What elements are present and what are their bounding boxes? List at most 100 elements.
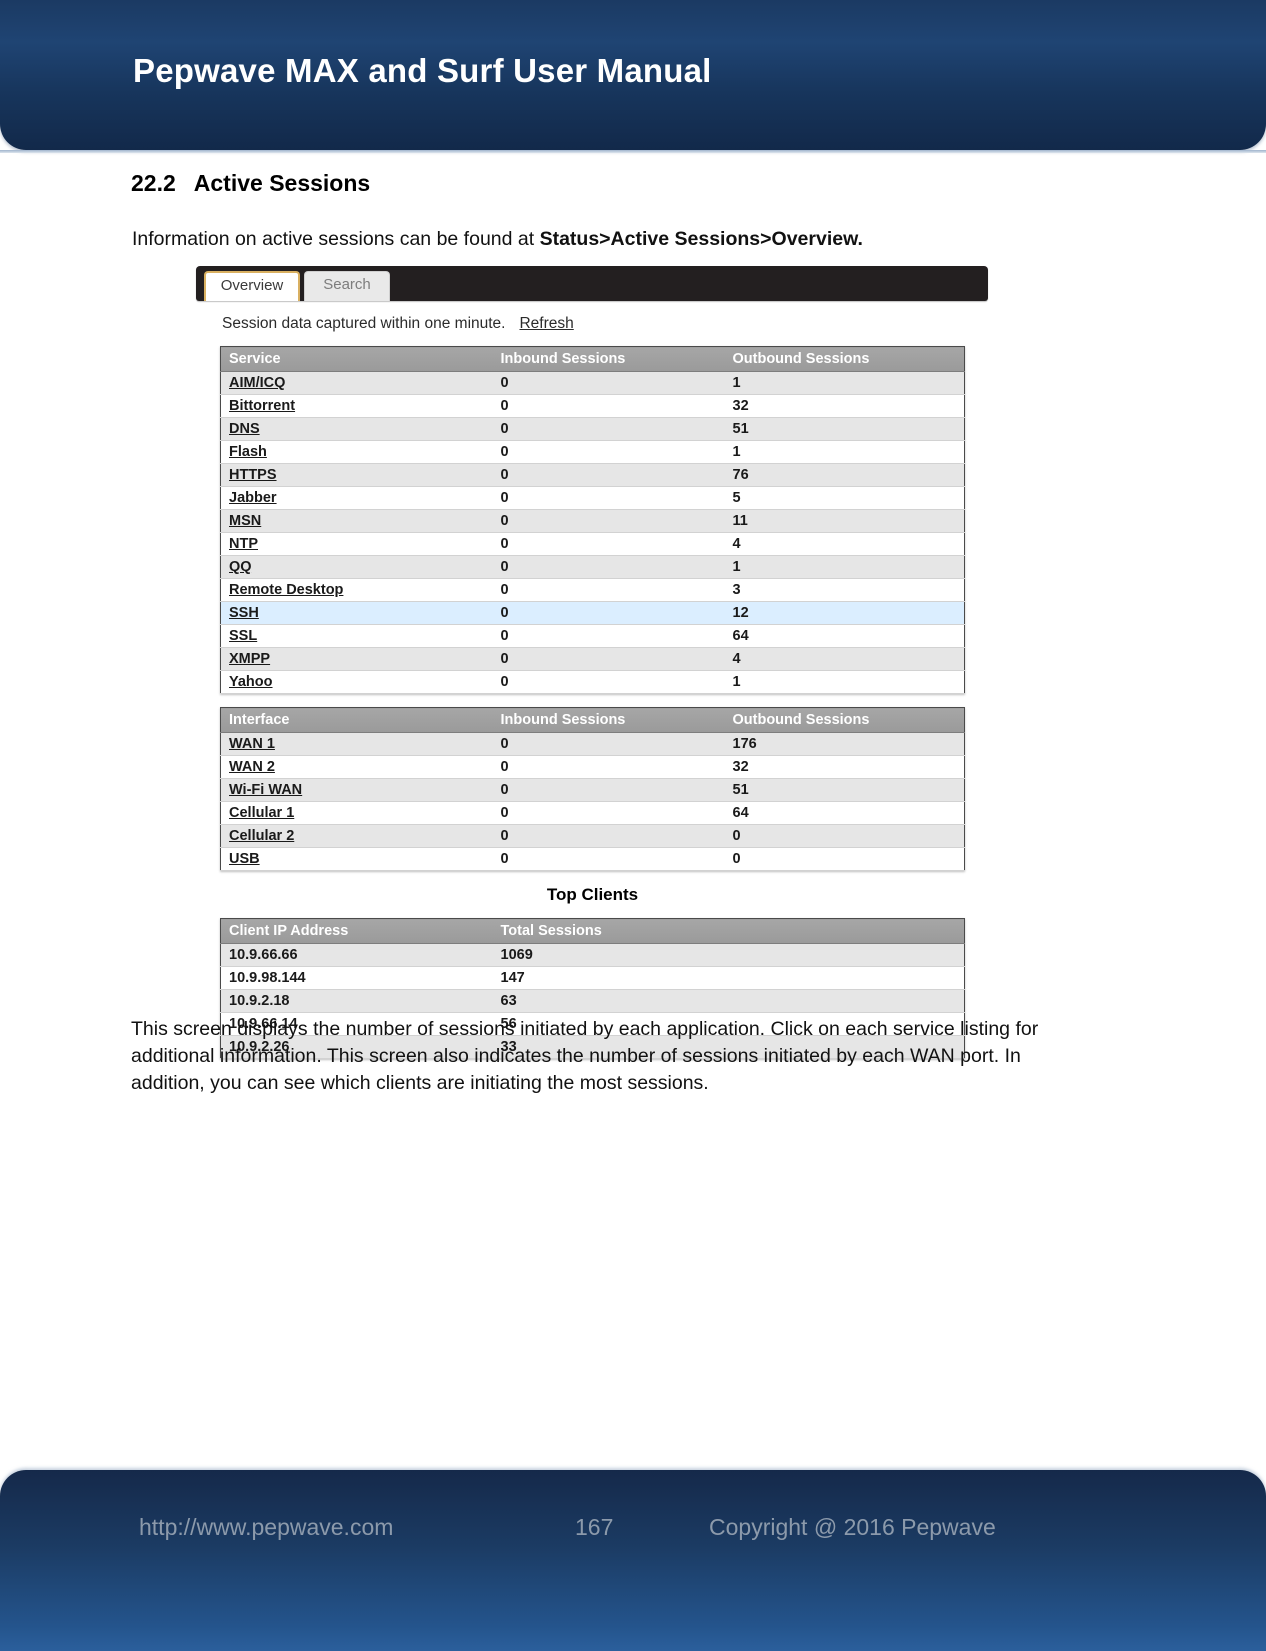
interface-name-cell[interactable]: Cellular 2 — [220, 824, 493, 848]
table-row[interactable]: QQ 0 1 — [220, 555, 965, 579]
service-name-cell[interactable]: QQ — [220, 555, 493, 579]
inbound-sessions-cell: 0 — [492, 371, 725, 395]
table-row[interactable]: USB 0 0 — [220, 847, 965, 871]
interface-name-cell-link[interactable]: WAN 2 — [229, 759, 275, 775]
service-name-cell-link[interactable]: DNS — [229, 421, 260, 437]
table-header-row: Service Inbound Sessions Outbound Sessio… — [220, 346, 965, 372]
service-name-cell-link[interactable]: HTTPS — [229, 467, 277, 483]
service-name-cell[interactable]: AIM/ICQ — [220, 371, 493, 395]
footer-website-url[interactable]: http://www.pepwave.com — [139, 1514, 393, 1541]
service-name-cell-link[interactable]: Flash — [229, 444, 267, 460]
table-row[interactable]: SSH 0 12 — [220, 601, 965, 625]
table-row[interactable]: HTTPS 0 76 — [220, 463, 965, 487]
service-name-cell-link[interactable]: SSL — [229, 628, 257, 644]
table-row[interactable]: Flash 0 1 — [220, 440, 965, 464]
interface-name-cell[interactable]: USB — [220, 847, 493, 871]
interface-name-cell-link[interactable]: Cellular 1 — [229, 805, 294, 821]
table-row[interactable]: WAN 2 0 32 — [220, 755, 965, 779]
service-name-cell-link[interactable]: Remote Desktop — [229, 582, 343, 598]
section-number: 22.2 — [131, 170, 176, 196]
service-name-cell-link[interactable]: Yahoo — [229, 674, 273, 690]
table-row[interactable]: NTP 0 4 — [220, 532, 965, 556]
table-row[interactable]: 10.9.66.66 1069 — [220, 943, 965, 967]
service-name-cell[interactable]: SSL — [220, 624, 493, 648]
interface-name-cell[interactable]: WAN 2 — [220, 755, 493, 779]
page-title: Pepwave MAX and Surf User Manual — [133, 52, 712, 89]
outbound-sessions-cell: 64 — [724, 624, 965, 648]
table-row[interactable]: 10.9.98.144 147 — [220, 966, 965, 990]
table-row[interactable]: MSN 0 11 — [220, 509, 965, 533]
column-header-service: Service — [220, 346, 493, 372]
column-header-total-sessions: Total Sessions — [492, 918, 965, 944]
table-row[interactable]: SSL 0 64 — [220, 624, 965, 648]
service-name-cell[interactable]: HTTPS — [220, 463, 493, 487]
service-name-cell[interactable]: Bittorrent — [220, 394, 493, 418]
service-name-cell[interactable]: NTP — [220, 532, 493, 556]
table-row[interactable]: Jabber 0 5 — [220, 486, 965, 510]
service-name-cell-link[interactable]: Bittorrent — [229, 398, 295, 414]
table-row[interactable]: Wi-Fi WAN 0 51 — [220, 778, 965, 802]
interface-name-cell-link[interactable]: Cellular 2 — [229, 828, 294, 844]
table-row[interactable]: Remote Desktop 0 3 — [220, 578, 965, 602]
interface-name-cell[interactable]: WAN 1 — [220, 732, 493, 756]
service-name-cell[interactable]: MSN — [220, 509, 493, 533]
table-row[interactable]: DNS 0 51 — [220, 417, 965, 441]
table-row[interactable]: 10.9.2.18 63 — [220, 989, 965, 1013]
service-name-cell[interactable]: SSH — [220, 601, 493, 625]
header-divider — [0, 150, 1266, 153]
outbound-sessions-cell: 0 — [724, 824, 965, 848]
service-name-cell-link[interactable]: NTP — [229, 536, 258, 552]
interface-name-cell[interactable]: Wi-Fi WAN — [220, 778, 493, 802]
table-row[interactable]: XMPP 0 4 — [220, 647, 965, 671]
intro-paragraph: Information on active sessions can be fo… — [132, 226, 1072, 252]
interface-name-cell-link[interactable]: USB — [229, 851, 260, 867]
outbound-sessions-cell: 3 — [724, 578, 965, 602]
table-row[interactable]: Yahoo 0 1 — [220, 670, 965, 694]
inbound-sessions-cell: 0 — [492, 601, 725, 625]
service-name-cell[interactable]: Flash — [220, 440, 493, 464]
tab-search[interactable]: Search — [304, 271, 390, 301]
outbound-sessions-cell: 1 — [724, 555, 965, 579]
outbound-sessions-cell: 32 — [724, 394, 965, 418]
service-name-cell-link[interactable]: QQ — [229, 559, 252, 575]
inbound-sessions-cell: 0 — [492, 647, 725, 671]
service-sessions-table: Service Inbound Sessions Outbound Sessio… — [220, 346, 965, 694]
interface-name-cell-link[interactable]: WAN 1 — [229, 736, 275, 752]
session-capture-caption: Session data captured within one minute.… — [222, 315, 991, 333]
footer-page-number: 167 — [575, 1514, 614, 1540]
inbound-sessions-cell: 0 — [492, 486, 725, 510]
service-name-cell-link[interactable]: AIM/ICQ — [229, 375, 285, 391]
service-name-cell-link[interactable]: XMPP — [229, 651, 270, 667]
interface-name-cell-link[interactable]: Wi-Fi WAN — [229, 782, 302, 798]
client-ip-cell: 10.9.66.66 — [220, 943, 493, 967]
table-row[interactable]: WAN 1 0 176 — [220, 732, 965, 756]
service-table-body: AIM/ICQ 0 1 Bittorrent 0 32 DNS 0 51 Flash 0 1 HTTPS… — [220, 371, 965, 694]
interface-name-cell[interactable]: Cellular 1 — [220, 801, 493, 825]
caption-text: Session data captured within one minute. — [222, 315, 506, 332]
column-header-inbound-sessions: Inbound Sessions — [492, 346, 725, 372]
outbound-sessions-cell: 4 — [724, 647, 965, 671]
service-name-cell[interactable]: Jabber — [220, 486, 493, 510]
refresh-link[interactable]: Refresh — [519, 315, 573, 332]
interface-table-body: WAN 1 0 176 WAN 2 0 32 Wi-Fi WAN 0 51 Cellular 10… — [220, 732, 965, 871]
table-row[interactable]: Cellular 1 0 64 — [220, 801, 965, 825]
service-name-cell[interactable]: Yahoo — [220, 670, 493, 694]
table-header-row: Client IP Address Total Sessions — [220, 918, 965, 944]
tab-overview[interactable]: Overview — [204, 271, 300, 301]
interface-sessions-table: Interface Inbound Sessions Outbound Sess… — [220, 707, 965, 871]
outbound-sessions-cell: 176 — [724, 732, 965, 756]
service-name-cell-link[interactable]: MSN — [229, 513, 261, 529]
service-name-cell-link[interactable]: Jabber — [229, 490, 277, 506]
section-title: Active Sessions — [193, 170, 371, 196]
service-name-cell[interactable]: DNS — [220, 417, 493, 441]
table-row[interactable]: Cellular 2 00 — [220, 824, 965, 848]
table-row[interactable]: AIM/ICQ 0 1 — [220, 371, 965, 395]
service-name-cell[interactable]: Remote Desktop — [220, 578, 493, 602]
service-name-cell-link[interactable]: SSH — [229, 605, 259, 621]
table-row[interactable]: Bittorrent 0 32 — [220, 394, 965, 418]
outbound-sessions-cell: 51 — [724, 778, 965, 802]
total-sessions-cell: 147 — [492, 966, 965, 990]
service-name-cell[interactable]: XMPP — [220, 647, 493, 671]
top-clients-title: Top Clients — [546, 885, 639, 904]
inbound-sessions-cell: 0 — [492, 847, 725, 871]
